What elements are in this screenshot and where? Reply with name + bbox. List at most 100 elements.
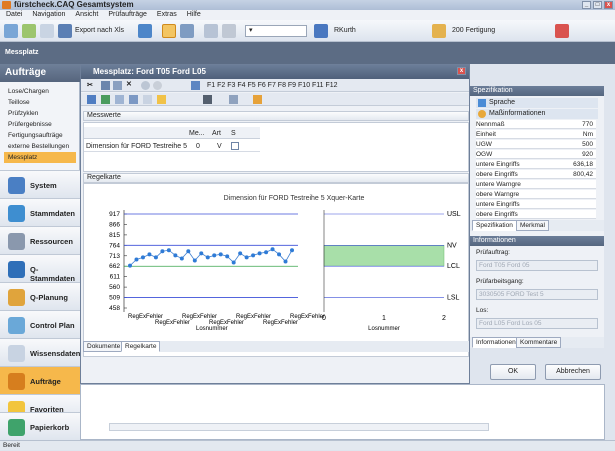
data-point (283, 259, 288, 264)
menu-datei[interactable]: Datei (6, 11, 22, 18)
col-s[interactable]: S (231, 130, 236, 137)
report-icon[interactable] (129, 95, 138, 104)
spec-row[interactable]: obere Eingriffs (476, 210, 596, 219)
nav-item-messplatz[interactable]: Messplatz (4, 152, 76, 163)
close-button[interactable]: x (604, 1, 613, 9)
settings-icon[interactable] (253, 95, 262, 104)
y-tick-label: 866 (109, 221, 120, 228)
nav-ressourcen[interactable]: Ressourcen (0, 226, 80, 254)
menu-ansicht[interactable]: Ansicht (75, 11, 98, 18)
y-tick-label: 509 (109, 295, 120, 302)
document-icon[interactable] (40, 24, 54, 38)
spec-row-value: 500 (582, 141, 593, 148)
row-checkbox[interactable] (231, 142, 239, 150)
menu-pruefauftraege[interactable]: Prüfaufträge (108, 11, 147, 18)
nav-q-stammdaten[interactable]: Q-Stammdaten (0, 254, 80, 283)
export-icon[interactable] (58, 24, 72, 38)
navigation-panel: Aufträge Lose/Chargen Teillose Prüfzykle… (0, 64, 80, 440)
nav-item-teillose[interactable]: Teillose (8, 97, 30, 108)
table-row[interactable]: Dimension für FORD Testreihe 5 0 V (84, 140, 260, 152)
knowledge-icon (8, 345, 25, 362)
nav-system[interactable]: System (0, 170, 80, 198)
nav-item-lose[interactable]: Lose/Chargen (8, 86, 49, 97)
tab-merkmal[interactable]: Merkmal (516, 220, 549, 231)
nav-control-plan[interactable]: Control Plan (0, 310, 80, 338)
field-pruefauftrag[interactable]: Ford T05 Ford 05 (476, 260, 598, 271)
export-xls-label[interactable]: Export nach Xls (75, 27, 124, 34)
data-point (218, 252, 223, 257)
nav-wissensdaten[interactable]: Wissensdaten (0, 338, 80, 366)
mass-row[interactable]: Maßinformationen (476, 109, 598, 119)
messplatz-close-button[interactable]: x (457, 67, 466, 75)
copy-icon[interactable] (101, 81, 110, 90)
spec-row[interactable]: UGW 500 (476, 140, 596, 149)
tab-regelkarte[interactable]: Regelkarte (121, 341, 161, 352)
menu-extras[interactable]: Extras (157, 11, 177, 18)
delete-icon[interactable]: ✕ (126, 80, 132, 88)
data-point (140, 255, 145, 260)
nav-item-fertigungsauftraege[interactable]: Fertigungsaufträge (8, 130, 63, 141)
cancel-button[interactable]: Abbrechen (545, 364, 601, 380)
chart-icon[interactable] (101, 95, 110, 104)
minimize-button[interactable]: _ (582, 1, 591, 9)
spec-row[interactable]: untere Eingriffs 636,18 (476, 160, 596, 169)
field-los[interactable]: Ford L05 Ford Los 05 (476, 318, 598, 329)
spec-row[interactable]: Nennmaß 770 (476, 120, 596, 129)
refresh-icon[interactable] (138, 24, 152, 38)
paste-icon[interactable] (113, 81, 122, 90)
tab-kommentare[interactable]: Kommentare (516, 337, 562, 348)
nav-item-pruefzyklen[interactable]: Prüfzyklen (8, 108, 38, 119)
cut-icon[interactable]: ✂ (87, 81, 93, 89)
table-icon[interactable] (115, 95, 124, 104)
menu-navigation[interactable]: Navigation (32, 11, 65, 18)
database-icon (8, 205, 25, 222)
grid-icon[interactable] (162, 24, 176, 38)
spec-row[interactable]: Einheit Nm (476, 130, 596, 139)
y-tick-label: 917 (109, 211, 120, 218)
sprache-row[interactable]: Sprache (476, 98, 598, 108)
horizontal-scrollbar[interactable] (109, 423, 489, 431)
view-icon[interactable] (87, 95, 96, 104)
lock-icon[interactable] (203, 95, 212, 104)
col-me[interactable]: Me... (189, 130, 205, 137)
function-keys[interactable]: F1 F2 F3 F4 F5 F6 F7 F8 F9 F10 F11 F12 (207, 82, 338, 89)
tab-spezifikation[interactable]: Spezifikation (472, 220, 517, 231)
spec-row[interactable]: obere Warngre (476, 190, 596, 199)
layout-icon[interactable] (180, 24, 194, 38)
nav-papierkorb[interactable]: Papierkorb (0, 412, 80, 440)
nav-item-pruefergebnisse[interactable]: Prüfergebnisse (8, 119, 52, 130)
y-tick-label: 560 (109, 284, 120, 291)
spec-row[interactable]: OGW 920 (476, 150, 596, 159)
limit-label: LCL (447, 263, 460, 270)
filter-dropdown[interactable]: ▾ (245, 25, 307, 37)
back-icon[interactable] (4, 24, 18, 38)
spec-tabs: Spezifikation Merkmal (470, 220, 604, 231)
col-art[interactable]: Art (212, 130, 221, 137)
spec-row[interactable]: obere Eingriffs 800,42 (476, 170, 596, 179)
data-point (166, 248, 171, 253)
calendar-icon[interactable] (314, 24, 328, 38)
field-pruefarbeitsgang[interactable]: 3030505 FORD Test 5 (476, 289, 598, 300)
spec-row[interactable]: untere Warngre (476, 180, 596, 189)
maximize-button[interactable]: □ (593, 1, 602, 9)
nav-q-planung[interactable]: Q-Planung (0, 282, 80, 310)
folder-icon[interactable] (157, 95, 166, 104)
person-icon[interactable] (229, 95, 238, 104)
tab-dokumente[interactable]: Dokumente (83, 341, 125, 352)
forward-icon[interactable] (22, 24, 36, 38)
nav-auftraege[interactable]: Aufträge (0, 366, 80, 394)
filter-icon[interactable] (204, 24, 218, 38)
tab-informationen[interactable]: Informationen (472, 337, 520, 348)
spec-row[interactable]: untere Eingriffs (476, 200, 596, 209)
cancel-icon[interactable] (153, 81, 162, 90)
ok-button[interactable]: OK (490, 364, 536, 380)
print-icon[interactable] (143, 95, 152, 104)
data-point (205, 255, 210, 260)
nav-item-bestellungen[interactable]: externe Bestellungen (8, 141, 69, 152)
tool-icon[interactable] (222, 24, 236, 38)
ok-icon[interactable] (141, 81, 150, 90)
edit-icon[interactable] (191, 81, 200, 90)
alert-icon[interactable] (555, 24, 569, 38)
nav-stammdaten[interactable]: Stammdaten (0, 198, 80, 226)
menu-hilfe[interactable]: Hilfe (187, 11, 201, 18)
